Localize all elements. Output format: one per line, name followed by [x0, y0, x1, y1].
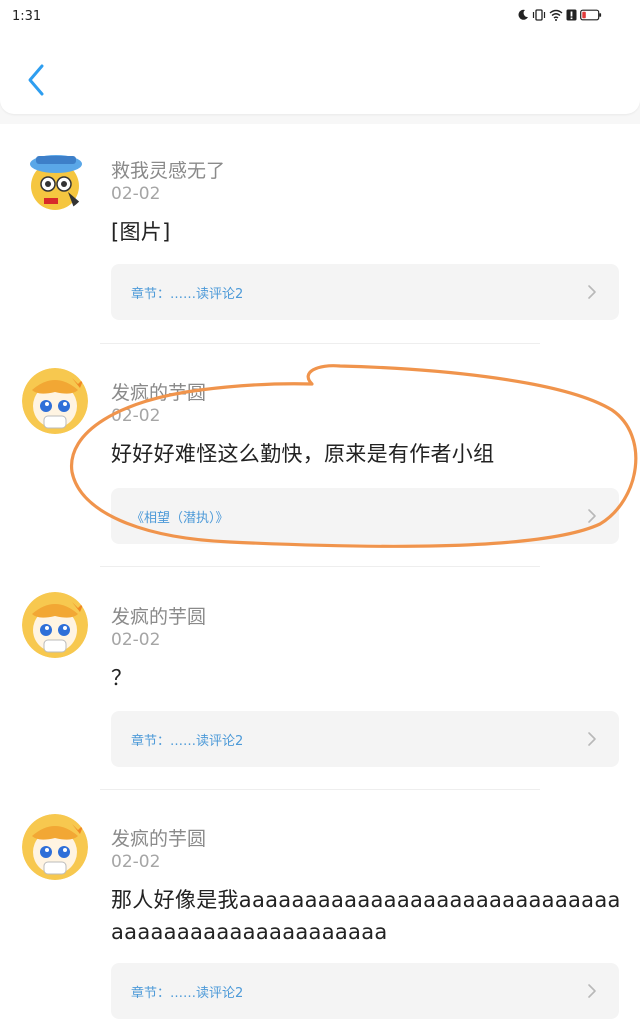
comment-date: 02-02 — [111, 852, 161, 872]
comment-date: 02-02 — [111, 630, 161, 650]
divider — [100, 566, 540, 567]
username[interactable]: 发疯的芋圆 — [111, 378, 206, 405]
chapter-link-card[interactable]: 章节：……读评论2 — [111, 711, 619, 767]
chapter-label: 章节：……读评论2 — [131, 734, 244, 749]
status-time: 1:31 — [12, 9, 42, 24]
chapter-link-card[interactable]: 《相望（潜执）》 — [111, 488, 619, 544]
chapter-label: 《相望（潜执）》 — [131, 511, 229, 526]
avatar[interactable] — [22, 814, 88, 880]
wifi-icon — [549, 9, 563, 21]
chapter-label: 章节：……读评论2 — [131, 287, 244, 302]
vibrate-icon — [532, 9, 546, 21]
username[interactable]: 发疯的芋圆 — [111, 602, 206, 629]
chevron-right-icon — [588, 732, 596, 746]
avatar[interactable] — [22, 368, 88, 434]
back-button[interactable] — [18, 58, 54, 102]
comment-date: 02-02 — [111, 406, 161, 426]
divider — [100, 789, 540, 790]
avatar[interactable] — [22, 146, 88, 212]
avatar[interactable] — [22, 592, 88, 658]
chapter-link-card[interactable]: 章节：……读评论2 — [111, 963, 619, 1019]
chevron-right-icon — [588, 984, 596, 998]
comment-text: 好好好难怪这么勤快，原来是有作者小组 — [111, 442, 495, 466]
comment-list-page: 1:31 救我灵感无了 02-02 [图片] 章节：……读评论2 发疯的芋圆 0… — [0, 0, 640, 1024]
alert-icon — [566, 9, 577, 21]
chapter-label: 章节：……读评论2 — [131, 986, 244, 1001]
moon-icon — [518, 9, 528, 20]
comment-text: [图片] — [111, 220, 171, 244]
chevron-right-icon — [588, 285, 596, 299]
status-icons — [517, 9, 602, 21]
chapter-link-card[interactable]: 章节：……读评论2 — [111, 264, 619, 320]
comment-text: ？ — [111, 666, 133, 690]
username[interactable]: 发疯的芋圆 — [111, 824, 206, 851]
header: 1:31 — [0, 0, 640, 114]
battery-icon — [580, 9, 602, 21]
comment-text: 那人好像是我aaaaaaaaaaaaaaaaaaaaaaaaaaaaaaaaaa… — [111, 888, 621, 944]
divider — [100, 343, 540, 344]
chevron-right-icon — [588, 509, 596, 523]
username[interactable]: 救我灵感无了 — [111, 156, 225, 183]
comment-date: 02-02 — [111, 184, 161, 204]
chevron-left-icon — [28, 64, 44, 96]
